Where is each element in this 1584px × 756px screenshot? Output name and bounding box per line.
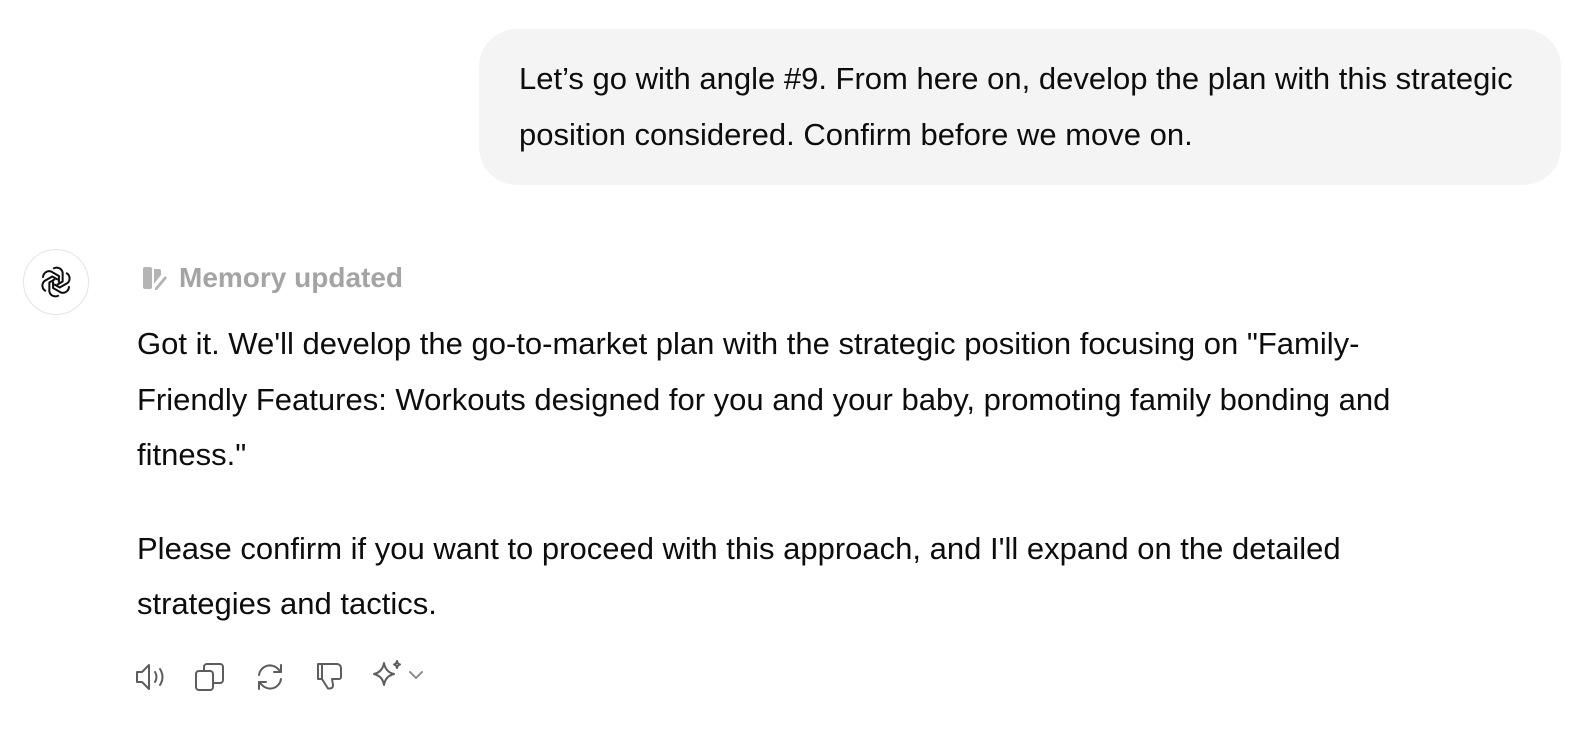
assistant-message: Memory updated Got it. We'll develop the… xyxy=(137,258,1467,632)
assistant-avatar xyxy=(23,249,89,315)
memory-edit-icon xyxy=(143,267,167,290)
copy-button[interactable] xyxy=(190,657,230,697)
openai-logo-icon xyxy=(41,266,71,298)
message-actions-toolbar xyxy=(130,657,426,697)
memory-status-label: Memory updated xyxy=(179,262,404,293)
read-aloud-icon xyxy=(136,664,164,690)
assistant-paragraph: Please confirm if you want to proceed wi… xyxy=(137,530,1341,622)
bad-response-button[interactable] xyxy=(310,657,350,697)
thumbs-down-icon xyxy=(317,663,342,690)
chevron-down-icon xyxy=(406,665,426,690)
regenerate-button[interactable] xyxy=(250,657,290,697)
memory-updated-indicator[interactable]: Memory updated xyxy=(141,258,1467,298)
user-message-row: Let’s go with angle #9. From here on, de… xyxy=(479,29,1561,185)
read-aloud-button[interactable] xyxy=(130,657,170,697)
user-message-bubble: Let’s go with angle #9. From here on, de… xyxy=(479,29,1561,185)
sparkle-icon xyxy=(370,657,406,698)
assistant-paragraph: Got it. We'll develop the go-to-market p… xyxy=(137,326,1391,472)
regenerate-icon xyxy=(258,664,282,690)
switch-model-button[interactable] xyxy=(370,657,426,698)
copy-icon xyxy=(195,663,224,691)
